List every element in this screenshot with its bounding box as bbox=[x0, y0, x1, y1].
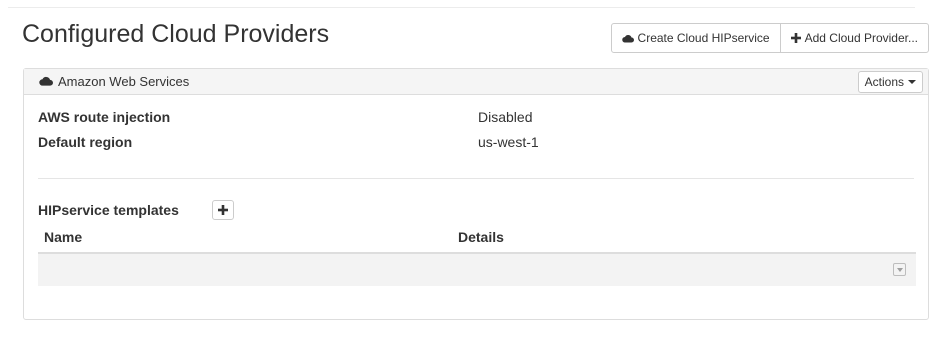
table-row bbox=[38, 252, 916, 286]
top-divider bbox=[8, 7, 915, 8]
page-title: Configured Cloud Providers bbox=[22, 20, 330, 48]
setting-value: Disabled bbox=[478, 109, 533, 125]
header-actions: Create Cloud HIPservice Add Cloud Provid… bbox=[610, 23, 929, 53]
cloud-icon bbox=[621, 34, 634, 43]
cloud-icon bbox=[39, 74, 53, 89]
caret-down-icon bbox=[908, 79, 916, 84]
add-template-button[interactable] bbox=[212, 200, 234, 220]
section-divider bbox=[38, 178, 914, 179]
provider-panel: Amazon Web Services Actions AWS route in… bbox=[23, 68, 929, 320]
create-cloud-hipservice-button[interactable]: Create Cloud HIPservice bbox=[610, 23, 781, 53]
actions-dropdown-button[interactable]: Actions bbox=[857, 70, 923, 93]
column-header-name: Name bbox=[44, 229, 83, 245]
provider-title: Amazon Web Services bbox=[39, 74, 189, 89]
setting-value: us-west-1 bbox=[478, 134, 539, 150]
provider-panel-heading: Amazon Web Services Actions bbox=[24, 69, 928, 95]
plus-icon bbox=[790, 33, 801, 43]
expand-toggle-icon[interactable] bbox=[893, 263, 906, 276]
add-cloud-provider-label: Add Cloud Provider... bbox=[804, 31, 918, 45]
actions-label: Actions bbox=[864, 74, 904, 89]
provider-name: Amazon Web Services bbox=[58, 74, 190, 89]
add-cloud-provider-button[interactable]: Add Cloud Provider... bbox=[779, 23, 929, 53]
setting-label: AWS route injection bbox=[38, 109, 171, 125]
templates-heading: HIPservice templates bbox=[38, 202, 179, 218]
plus-icon bbox=[218, 203, 228, 218]
chevron-down-icon bbox=[896, 267, 903, 272]
create-cloud-hipservice-label: Create Cloud HIPservice bbox=[637, 31, 770, 45]
column-header-details: Details bbox=[458, 229, 504, 245]
setting-label: Default region bbox=[38, 134, 133, 150]
